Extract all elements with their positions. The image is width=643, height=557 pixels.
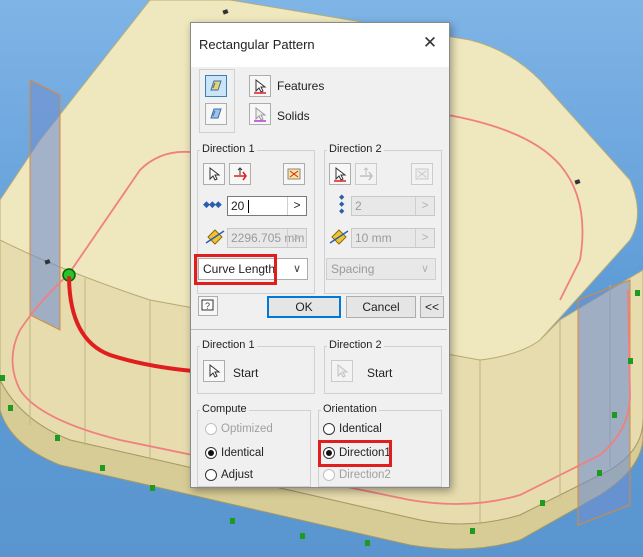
- length-measure-icon: [205, 229, 225, 245]
- compute-group-label: Compute: [200, 403, 249, 415]
- direction2-length-value: 10 mm: [355, 231, 392, 245]
- midplane-icon: [287, 168, 301, 180]
- direction2-length-field[interactable]: 10 mm >: [351, 228, 435, 248]
- orientation-identical-radio[interactable]: [323, 423, 335, 435]
- direction1-start-label: Start: [233, 366, 259, 380]
- direction1-path-select-button[interactable]: [203, 163, 225, 185]
- start-direction1-label: Direction 1: [200, 339, 257, 351]
- rectangular-pattern-dialog: Rectangular Pattern ✕ Features Solids Di…: [190, 22, 450, 488]
- count-dots-icon: ◆◆◆: [339, 194, 345, 215]
- orientation-group-label: Orientation: [321, 403, 379, 415]
- compute-optimized-label: Optimized: [221, 423, 273, 435]
- cursor-arrow-icon: [337, 363, 349, 378]
- direction2-flip-button[interactable]: [355, 163, 377, 185]
- start-direction2-label: Direction 2: [327, 339, 384, 351]
- orientation-direction2-label: Direction2: [339, 469, 391, 481]
- direction2-start-label: Start: [367, 366, 393, 380]
- direction2-path-select-button[interactable]: [329, 163, 351, 185]
- cursor-arrow-icon: [254, 106, 267, 122]
- direction1-distribution-value: Curve Length: [203, 262, 276, 276]
- direction1-flip-button[interactable]: [229, 163, 251, 185]
- work-plane-right: [577, 279, 631, 526]
- direction1-count-value: 20: [231, 199, 245, 213]
- direction2-length-arrow[interactable]: >: [415, 229, 434, 247]
- compute-optimized-radio[interactable]: [205, 423, 217, 435]
- direction2-group-label: Direction 2: [327, 143, 384, 155]
- text-caret: [248, 200, 249, 213]
- more-options-button[interactable]: <<: [420, 296, 444, 318]
- direction2-distribution-select[interactable]: Spacing ∨: [326, 258, 436, 280]
- direction2-start-button[interactable]: [331, 360, 353, 382]
- cursor-arrow-icon: [254, 78, 267, 94]
- direction1-distribution-select[interactable]: Curve Length ∨: [198, 258, 308, 280]
- direction1-length-field[interactable]: 2296.705 mm >: [227, 228, 307, 248]
- orientation-identical-label: Identical: [339, 423, 382, 435]
- ok-button[interactable]: OK: [267, 296, 341, 318]
- orientation-direction1-label: Direction1: [339, 447, 391, 459]
- direction2-count-value: 2: [355, 199, 362, 213]
- features-label: Features: [277, 79, 325, 93]
- length-measure-icon: [329, 229, 349, 245]
- direction1-length-arrow[interactable]: >: [287, 229, 306, 247]
- count-dots-icon: ◆◆◆: [203, 199, 222, 209]
- features-select-button[interactable]: [249, 75, 271, 97]
- chevron-down-icon: ∨: [420, 263, 429, 275]
- compute-adjust-label: Adjust: [221, 469, 253, 481]
- cursor-arrow-icon: [209, 363, 221, 378]
- pattern-solids-icon[interactable]: [205, 103, 227, 125]
- direction1-count-field[interactable]: 20 >: [227, 196, 307, 216]
- pattern-features-icon[interactable]: [205, 75, 227, 97]
- direction2-count-arrow[interactable]: >: [415, 197, 434, 215]
- direction1-midplane-button[interactable]: [283, 163, 305, 185]
- help-icon[interactable]: ?: [198, 296, 218, 316]
- compute-identical-label: Identical: [221, 447, 264, 459]
- direction2-distribution-value: Spacing: [331, 262, 375, 276]
- dialog-titlebar: Rectangular Pattern ✕: [191, 23, 449, 67]
- flip-direction-icon: [360, 167, 373, 181]
- dialog-title: Rectangular Pattern: [199, 37, 315, 52]
- direction2-count-field[interactable]: 2 >: [351, 196, 435, 216]
- work-plane-left: [29, 79, 61, 331]
- close-icon[interactable]: ✕: [419, 32, 441, 54]
- solids-select-button[interactable]: [249, 103, 271, 125]
- section-divider: [191, 329, 447, 330]
- flip-direction-icon: [234, 167, 247, 181]
- cancel-button[interactable]: Cancel: [346, 296, 416, 318]
- cursor-arrow-icon: [209, 166, 221, 181]
- direction1-count-arrow[interactable]: >: [287, 197, 306, 215]
- midplane-icon: [415, 168, 429, 180]
- direction1-group-label: Direction 1: [200, 143, 257, 155]
- orientation-direction1-radio[interactable]: [323, 447, 335, 459]
- orientation-direction2-radio[interactable]: [323, 469, 335, 481]
- direction2-midplane-button[interactable]: [411, 163, 433, 185]
- chevron-down-icon: ∨: [292, 263, 301, 275]
- compute-identical-radio[interactable]: [205, 447, 217, 459]
- direction1-start-button[interactable]: [203, 360, 225, 382]
- compute-adjust-radio[interactable]: [205, 469, 217, 481]
- cursor-arrow-icon: [334, 166, 347, 182]
- solids-label: Solids: [277, 109, 310, 123]
- svg-text:?: ?: [205, 301, 210, 311]
